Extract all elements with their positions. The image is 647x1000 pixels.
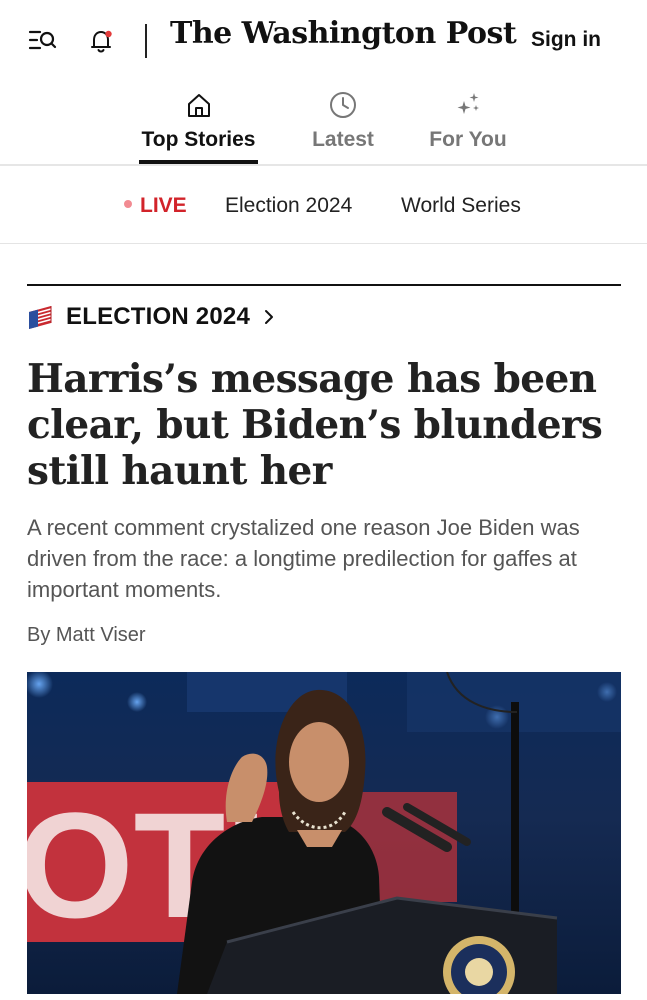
topic-live[interactable]: LIVE [124, 194, 187, 218]
article-kicker[interactable]: ELECTION 2024 [27, 300, 276, 334]
menu-search-icon[interactable] [28, 28, 58, 54]
article-dek[interactable]: A recent comment crystalized one reason … [27, 512, 621, 605]
article-hero-image[interactable]: OTI [27, 672, 621, 994]
home-icon [184, 90, 214, 120]
topic-strip: LIVE Election 2024 World Series [0, 166, 647, 244]
tab-top-stories-label: Top Stories [141, 128, 256, 151]
top-header: The Washington Post Sign in [0, 0, 647, 82]
live-label: LIVE [140, 194, 187, 217]
article-byline[interactable]: By Matt Viser [27, 624, 146, 647]
chevron-right-icon [262, 308, 276, 326]
kicker-label: ELECTION 2024 [66, 303, 250, 330]
flag-icon [27, 304, 53, 330]
tab-latest-label: Latest [312, 128, 374, 151]
sign-in-button[interactable]: Sign in [531, 28, 601, 52]
topic-election-2024[interactable]: Election 2024 [225, 194, 352, 218]
article-headline[interactable]: Harris’s message has been clear, but Bid… [27, 356, 627, 494]
header-divider [145, 24, 147, 58]
section-tabs: Top Stories Latest For You [0, 82, 647, 166]
section-rule [27, 284, 621, 286]
topic-world-series[interactable]: World Series [401, 194, 521, 218]
active-tab-indicator [139, 160, 258, 164]
tab-latest[interactable]: Latest [304, 90, 382, 152]
clock-icon [328, 90, 358, 120]
tab-for-you-label: For You [429, 128, 507, 151]
masthead-logo[interactable]: The Washington Post [170, 16, 517, 51]
sparkle-icon [453, 90, 483, 120]
tab-for-you[interactable]: For You [424, 90, 512, 152]
tab-top-stories[interactable]: Top Stories [139, 90, 258, 152]
live-dot-icon [124, 200, 132, 209]
bell-icon[interactable] [88, 27, 116, 55]
